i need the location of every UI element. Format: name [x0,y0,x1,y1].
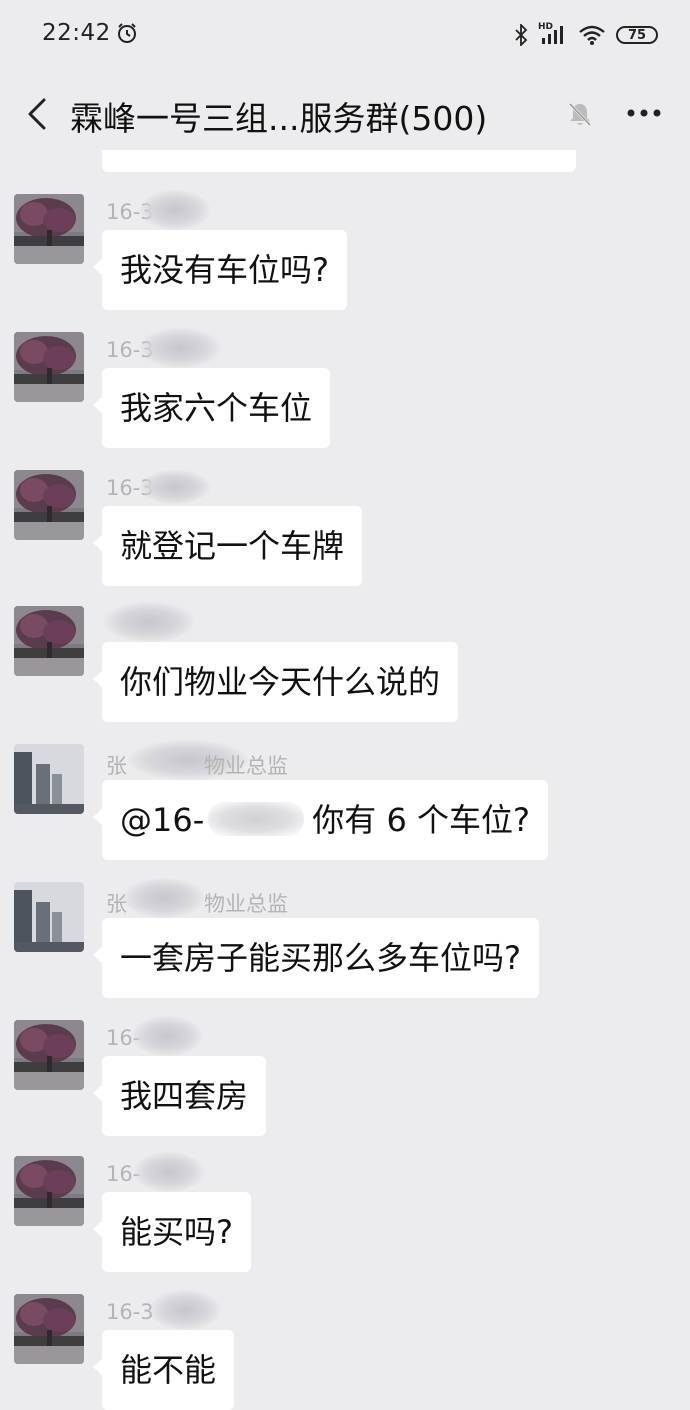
message-bubble[interactable]: 你们物业今天什么说的 [92,642,459,722]
blurred-name [104,602,194,642]
battery-icon: 75 [616,26,658,44]
blurred-name [124,878,204,918]
alarm-icon [118,23,136,43]
avatar[interactable] [14,744,84,814]
sender-role: 物业总监 [204,754,288,778]
sender-name: 张 [106,754,127,778]
status-bar: 22:42 HD 75 [0,0,690,72]
avatar[interactable] [14,470,84,540]
avatar[interactable] [14,882,84,952]
message-bubble[interactable]: @16- 你有 6 个车位? [93,780,548,860]
avatar[interactable] [14,1156,84,1226]
mention-prefix: @16- [120,801,205,839]
chat-header: 霖峰一号三组...服务群(500) [0,72,690,160]
message-bubble[interactable]: 我没有车位吗? [93,230,347,310]
message-bubble[interactable]: 我四套房 [92,1056,267,1136]
blurred-name [140,470,210,504]
battery-level: 75 [627,27,647,43]
more-options-icon[interactable] [626,108,662,118]
previous-message-bubble [102,150,576,172]
avatar[interactable] [14,1020,84,1090]
message-bubble[interactable]: 就登记一个车牌 [92,506,363,586]
sender-name: 张 [106,892,127,916]
bluetooth-icon [515,24,528,46]
avatar[interactable] [14,332,84,402]
message-text: 你有 6 个车位? [312,801,530,839]
sender-name: 16-3 [106,1300,154,1324]
message-bubble[interactable]: 我家六个车位 [92,368,331,448]
signal-icon: HD [538,22,568,46]
message-bubble[interactable]: 能买吗? [93,1192,251,1272]
avatar[interactable] [14,606,84,676]
blurred-name [150,1290,220,1330]
blurred-name [140,328,220,368]
blurred-mention [208,802,305,836]
message-bubble[interactable]: 一套房子能买那么多车位吗? [93,918,539,998]
sender-role: 物业总监 [204,892,288,916]
blurred-name [132,1016,202,1056]
blurred-name [140,190,210,230]
status-icons: HD 75 [514,20,658,50]
message-bubble[interactable]: 能不能 [92,1330,235,1410]
avatar[interactable] [14,194,84,264]
mute-bell-icon [568,102,592,127]
blurred-name [134,1152,204,1192]
status-time: 22:42 [42,20,111,46]
wifi-icon [579,25,605,45]
avatar[interactable] [14,1294,84,1364]
chat-title: 霖峰一号三组...服务群(500) [70,99,488,138]
back-arrow-icon[interactable] [22,94,52,134]
